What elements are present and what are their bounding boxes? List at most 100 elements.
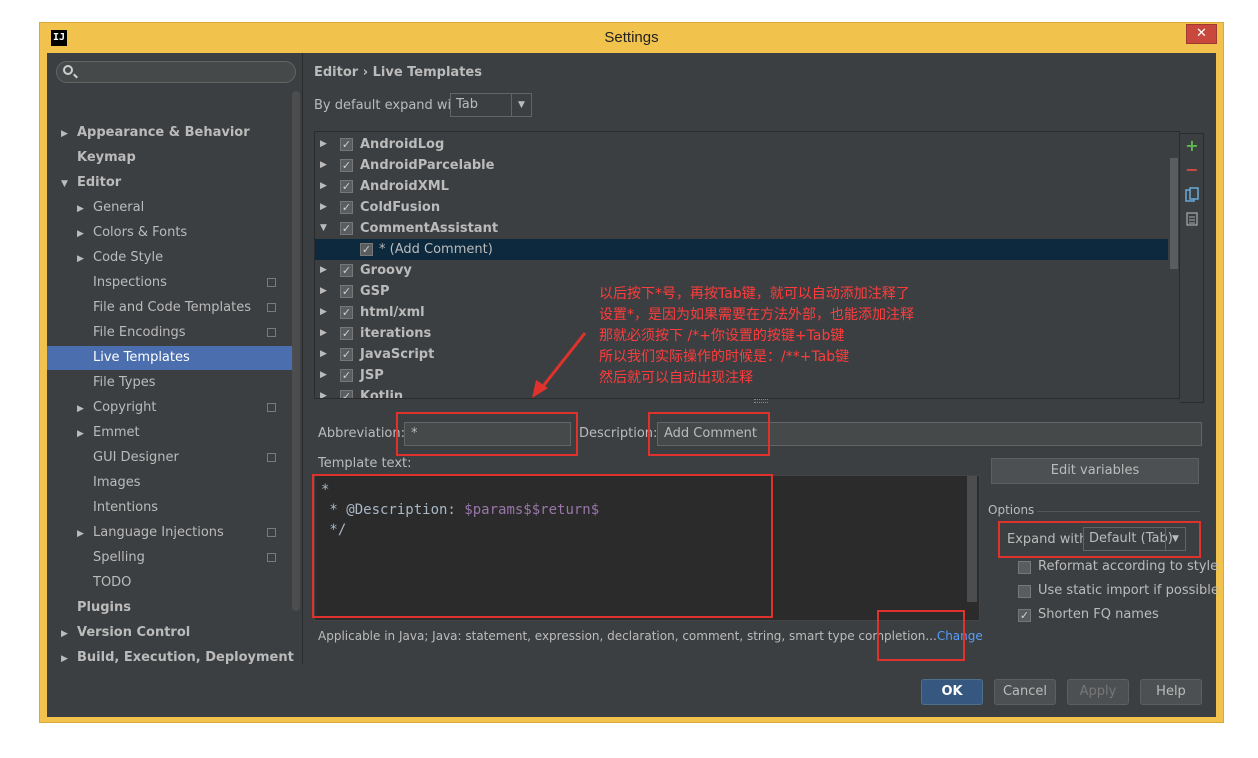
chevron-right-icon[interactable]: ▶	[320, 134, 327, 155]
sidebar-item-label: Emmet	[93, 425, 140, 440]
template-group[interactable]: ▶ ✓ AndroidXML	[315, 176, 1168, 197]
template-checkbox[interactable]: ✓	[340, 306, 353, 319]
sidebar-item-label: Plugins	[77, 600, 131, 615]
copy-icon[interactable]	[1184, 187, 1200, 203]
chevron-right-icon[interactable]: ▶	[320, 344, 327, 365]
sidebar-item[interactable]: Inspections	[47, 271, 292, 295]
sidebar-item[interactable]: ▶ General	[47, 196, 292, 220]
add-icon[interactable]: +	[1184, 138, 1200, 154]
template-name: AndroidXML	[360, 179, 449, 194]
sidebar-item[interactable]: Plugins	[47, 596, 292, 620]
chevron-right-icon[interactable]: ▶	[320, 386, 327, 398]
sidebar-item[interactable]: Spelling	[47, 546, 292, 570]
sidebar-item[interactable]: ▶ Appearance & Behavior	[47, 121, 292, 145]
option-label: Shorten FQ names	[1038, 607, 1159, 622]
expand-default-select[interactable]: Tab ▼	[450, 93, 532, 117]
sidebar-item[interactable]: ▼ Editor	[47, 171, 292, 195]
project-settings-icon	[267, 303, 276, 312]
sidebar-scrollbar[interactable]	[292, 91, 300, 611]
chevron-right-icon[interactable]: ▶	[61, 647, 77, 664]
template-item[interactable]: ✓ * (Add Comment)	[315, 239, 1168, 260]
sidebar-item[interactable]: ▶ Language Injections	[47, 521, 292, 545]
chevron-right-icon[interactable]: ▶	[320, 260, 327, 281]
annotation-arrow	[532, 332, 587, 398]
template-checkbox[interactable]: ✓	[340, 264, 353, 277]
template-checkbox[interactable]: ✓	[340, 180, 353, 193]
option-checkbox[interactable]: ✓	[1018, 609, 1031, 622]
sidebar-item-label: Colors & Fonts	[93, 225, 188, 240]
sidebar-item[interactable]: ▶ Colors & Fonts	[47, 221, 292, 245]
template-checkbox[interactable]: ✓	[340, 285, 353, 298]
template-checkbox[interactable]: ✓	[340, 390, 353, 398]
chevron-right-icon[interactable]: ▶	[77, 197, 93, 221]
chevron-right-icon[interactable]: ▶	[320, 197, 327, 218]
sidebar-item[interactable]: ▶ Emmet	[47, 421, 292, 445]
template-group[interactable]: ▶ ✓ Groovy	[315, 260, 1168, 281]
sidebar-item-label: General	[93, 200, 145, 215]
option-checkbox[interactable]	[1018, 561, 1031, 574]
chevron-right-icon[interactable]: ▶	[77, 422, 93, 446]
template-checkbox[interactable]: ✓	[340, 159, 353, 172]
chevron-down-icon: ▼	[511, 94, 531, 116]
sidebar-item[interactable]: GUI Designer	[47, 446, 292, 470]
cancel-button[interactable]: Cancel	[994, 679, 1056, 705]
sidebar-item[interactable]: File Types	[47, 371, 292, 395]
chevron-down-icon[interactable]: ▼	[61, 172, 77, 196]
sidebar-item[interactable]: File and Code Templates	[47, 296, 292, 320]
close-button[interactable]: ✕	[1186, 24, 1217, 44]
sidebar-item[interactable]: Keymap	[47, 146, 292, 170]
template-group[interactable]: ▶ ✓ ColdFusion	[315, 197, 1168, 218]
sidebar-item[interactable]: Intentions	[47, 496, 292, 520]
template-name: iterations	[360, 326, 432, 341]
template-checkbox[interactable]: ✓	[340, 138, 353, 151]
chevron-right-icon[interactable]: ▶	[77, 222, 93, 246]
template-checkbox[interactable]: ✓	[340, 348, 353, 361]
chevron-right-icon[interactable]: ▶	[320, 281, 327, 302]
sidebar-item[interactable]: File Encodings	[47, 321, 292, 345]
sidebar-item[interactable]: Live Templates	[47, 346, 292, 370]
chevron-down-icon[interactable]: ▼	[320, 218, 327, 239]
chevron-right-icon[interactable]: ▶	[61, 622, 77, 646]
chevron-right-icon[interactable]: ▶	[61, 122, 77, 146]
edit-variables-button[interactable]: Edit variables	[991, 458, 1199, 484]
template-checkbox[interactable]: ✓	[360, 243, 373, 256]
sidebar-item[interactable]: ▶ Copyright	[47, 396, 292, 420]
project-settings-icon	[267, 278, 276, 287]
apply-button[interactable]: Apply	[1067, 679, 1129, 705]
editor-scrollbar[interactable]	[967, 476, 977, 602]
ok-button[interactable]: OK	[921, 679, 983, 705]
remove-icon[interactable]: −	[1184, 162, 1200, 178]
splitter-handle[interactable]	[754, 399, 768, 403]
chevron-right-icon[interactable]: ▶	[320, 365, 327, 386]
title-bar[interactable]: IJ Settings ✕	[40, 23, 1223, 53]
chevron-right-icon[interactable]: ▶	[320, 155, 327, 176]
chevron-right-icon[interactable]: ▶	[77, 397, 93, 421]
template-checkbox[interactable]: ✓	[340, 369, 353, 382]
settings-sidebar: ▶ Appearance & Behavior Keymap ▼ Editor ▶ Gene…	[47, 53, 303, 664]
abbreviation-highlight	[396, 412, 578, 456]
annotation-note: 以后按下*号，再按Tab键，就可以自动添加注释了 设置*，是因为如果需要在方法外部…	[599, 284, 914, 389]
template-checkbox[interactable]: ✓	[340, 201, 353, 214]
chevron-right-icon[interactable]: ▶	[77, 522, 93, 546]
chevron-right-icon[interactable]: ▶	[320, 323, 327, 344]
help-button[interactable]: Help	[1140, 679, 1202, 705]
template-group[interactable]: ▼ ✓ CommentAssistant	[315, 218, 1168, 239]
sidebar-item[interactable]: ▶ Version Control	[47, 621, 292, 645]
sidebar-item[interactable]: Images	[47, 471, 292, 495]
sidebar-item[interactable]: ▶ Build, Execution, Deployment	[47, 646, 294, 664]
chevron-right-icon[interactable]: ▶	[320, 176, 327, 197]
sidebar-item[interactable]: ▶ Code Style	[47, 246, 292, 270]
template-group[interactable]: ▶ ✓ AndroidLog	[315, 134, 1168, 155]
template-group-icon[interactable]	[1184, 212, 1200, 228]
chevron-right-icon[interactable]: ▶	[320, 302, 327, 323]
project-settings-icon	[267, 553, 276, 562]
search-input[interactable]	[56, 61, 296, 83]
templates-scrollbar[interactable]	[1170, 158, 1178, 269]
option-checkbox[interactable]	[1018, 585, 1031, 598]
chevron-right-icon[interactable]: ▶	[77, 247, 93, 271]
template-checkbox[interactable]: ✓	[340, 327, 353, 340]
template-group[interactable]: ▶ ✓ AndroidParcelable	[315, 155, 1168, 176]
sidebar-item[interactable]: TODO	[47, 571, 292, 595]
breadcrumb: Editor › Live Templates	[314, 65, 482, 80]
template-checkbox[interactable]: ✓	[340, 222, 353, 235]
